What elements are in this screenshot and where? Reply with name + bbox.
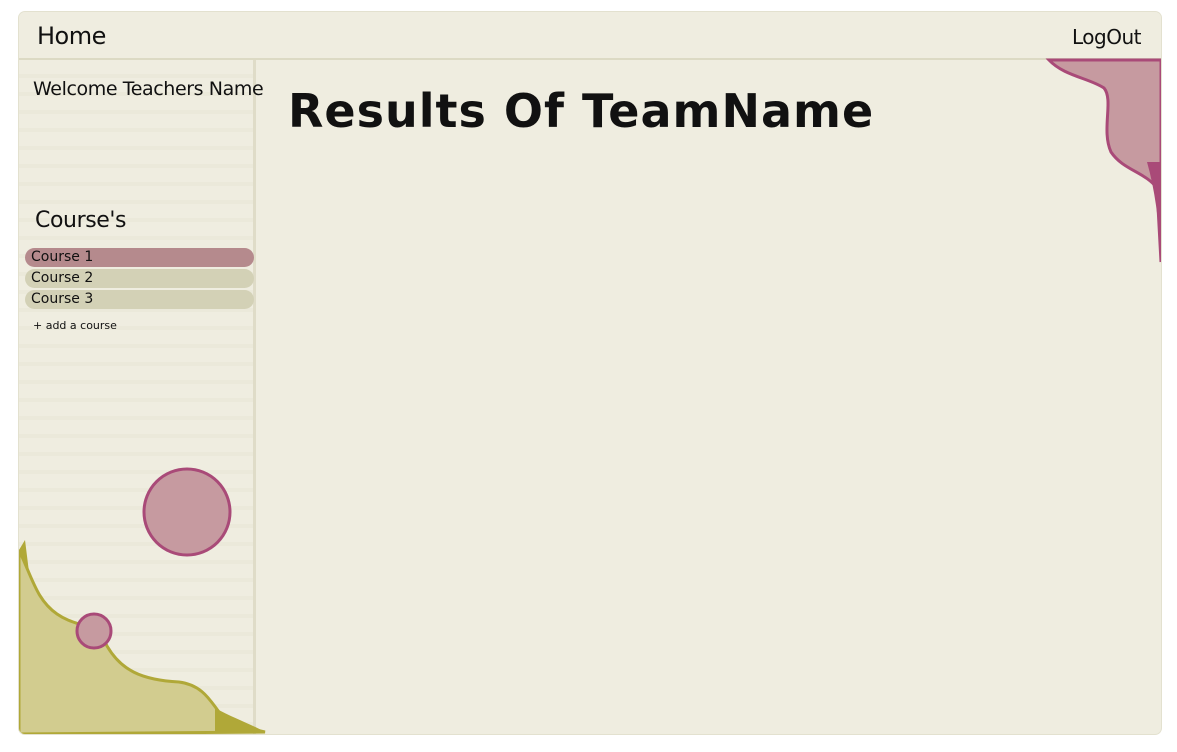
top-right-pink-blob — [1045, 58, 1161, 263]
course-item-2[interactable]: Course 2 — [25, 269, 254, 288]
courses-heading: Course's — [35, 208, 127, 233]
add-course-link[interactable]: + add a course — [33, 319, 117, 332]
course-list: Course 1 Course 2 Course 3 — [25, 248, 254, 311]
app-window: Home LogOut Welcome Teachers Name Course… — [19, 12, 1161, 734]
sidebar: Welcome Teachers Name Course's Course 1 … — [19, 60, 264, 734]
welcome-message: Welcome Teachers Name — [33, 78, 264, 100]
course-item-1[interactable]: Course 1 — [25, 248, 254, 267]
course-item-3[interactable]: Course 3 — [25, 290, 254, 309]
logout-button[interactable]: LogOut — [1072, 25, 1141, 49]
page-title: Results Of TeamName — [288, 84, 875, 138]
top-nav-bar: Home LogOut — [19, 12, 1161, 60]
top-right-pink-drip — [1147, 162, 1161, 258]
home-link[interactable]: Home — [37, 22, 106, 50]
